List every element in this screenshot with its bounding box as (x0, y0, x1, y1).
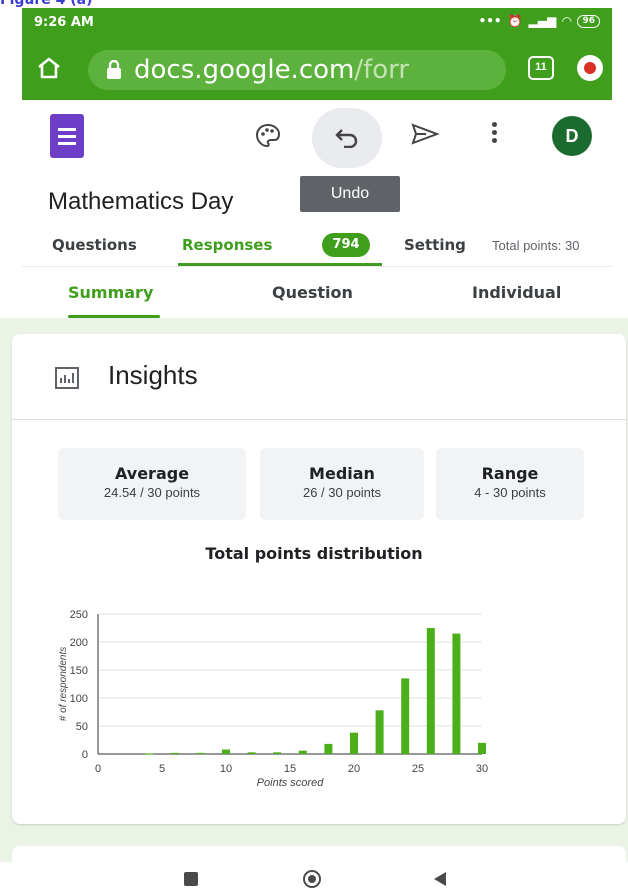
chart-bar (401, 678, 410, 754)
status-bar: 9:26 AM ••• ⏰ ▂▄▆ ◠ 96 (22, 8, 612, 38)
url-field[interactable]: docs.google.com/forr (88, 50, 506, 90)
chart-bar (196, 752, 205, 755)
figure-heading: Figure 4 (a) (0, 0, 93, 8)
more-options-icon[interactable] (492, 122, 498, 146)
stat-median: Median 26 / 30 points (260, 448, 424, 520)
x-tick-label: 5 (159, 763, 165, 775)
account-avatar[interactable]: D (552, 116, 592, 156)
wifi-icon: ◠ (562, 14, 572, 28)
extension-icon[interactable] (577, 55, 603, 81)
subtab-question[interactable]: Question (272, 283, 353, 302)
back-button[interactable] (434, 872, 446, 886)
tab-settings[interactable]: Setting (404, 236, 466, 254)
total-points-label: Total points: 30 (492, 238, 580, 253)
y-tick-label: 200 (70, 637, 88, 649)
chart-bar (145, 753, 154, 755)
x-tick-label: 20 (348, 763, 360, 775)
chart-bar (350, 732, 358, 754)
chart-bar (247, 752, 256, 754)
y-tick-label: 150 (70, 665, 88, 677)
insights-title: Insights (108, 360, 198, 390)
stat-label: Range (481, 464, 539, 483)
stat-value: 4 - 30 points (474, 485, 546, 500)
chart-bar (273, 752, 282, 754)
palette-icon[interactable] (254, 122, 282, 150)
x-tick-label: 15 (284, 763, 296, 775)
chart-bar (375, 710, 384, 754)
tab-responses[interactable]: Responses (182, 236, 272, 254)
y-axis-label: # of respondents (58, 647, 69, 722)
figure-heading-strip: Figure 4 (a) (0, 0, 628, 8)
url-host: docs.google.com (134, 55, 355, 85)
stat-average: Average 24.54 / 30 points (58, 448, 246, 520)
x-tick-label: 25 (412, 763, 424, 775)
stat-label: Median (309, 464, 375, 483)
recents-button[interactable] (184, 872, 198, 886)
x-tick-label: 30 (476, 763, 488, 775)
chart-bar (426, 628, 435, 754)
insights-icon (55, 367, 79, 389)
undo-icon (335, 129, 358, 148)
subtab-summary[interactable]: Summary (68, 283, 153, 302)
form-tabs: Questions Responses 794 Setting Total po… (22, 230, 612, 266)
url-path: /forr (354, 55, 410, 85)
chart-bar (478, 742, 486, 754)
chart-bar (324, 743, 333, 754)
chart-bar (170, 752, 179, 755)
tab-switcher-button[interactable]: 11 (528, 56, 554, 80)
subtab-individual[interactable]: Individual (472, 283, 561, 302)
insights-header: Insights (12, 334, 626, 420)
home-icon[interactable] (36, 56, 62, 80)
y-tick-label: 0 (82, 749, 88, 761)
chart-bar (222, 749, 230, 754)
chart-bar (298, 750, 307, 754)
more-notifications-icon: ••• (478, 14, 502, 28)
battery-icon: 96 (577, 14, 600, 28)
stat-label: Average (114, 464, 190, 483)
x-axis-label: Points scored (257, 777, 325, 789)
google-forms-logo-icon[interactable] (50, 114, 84, 158)
alarm-icon: ⏰ (507, 14, 523, 28)
home-button[interactable] (303, 870, 321, 888)
signal-icon: ▂▄▆ (528, 14, 557, 28)
status-icons: ••• ⏰ ▂▄▆ ◠ 96 (479, 14, 600, 28)
form-title: Mathematics Day (48, 188, 234, 215)
status-time: 9:26 AM (34, 15, 94, 30)
response-subtabs: Summary Question Individual (22, 266, 612, 318)
responses-count-badge: 794 (322, 233, 370, 257)
chart-title: Total points distribution (205, 544, 423, 563)
browser-url-bar: docs.google.com/forr 11 (22, 38, 612, 100)
stat-range: Range 4 - 30 points (436, 448, 584, 520)
y-tick-label: 250 (70, 609, 88, 621)
lock-icon (107, 60, 121, 79)
send-icon[interactable] (410, 122, 440, 146)
android-nav-bar (0, 862, 628, 894)
chart-bar (452, 633, 461, 754)
points-distribution-chart: 0 50 100 150 200 250 0 5 10 15 20 25 30 Points scored… (58, 609, 488, 789)
undo-tooltip: Undo (300, 176, 400, 212)
tab-questions[interactable]: Questions (52, 236, 137, 254)
x-tick-label: 0 (95, 763, 101, 775)
y-tick-label: 50 (76, 721, 88, 733)
stat-value: 24.54 / 30 points (103, 485, 201, 500)
forms-toolbar: D (22, 100, 612, 178)
x-tick-label: 10 (220, 763, 232, 775)
stat-value: 26 / 30 points (302, 485, 382, 500)
undo-button[interactable] (312, 108, 382, 168)
y-tick-label: 100 (70, 693, 88, 705)
